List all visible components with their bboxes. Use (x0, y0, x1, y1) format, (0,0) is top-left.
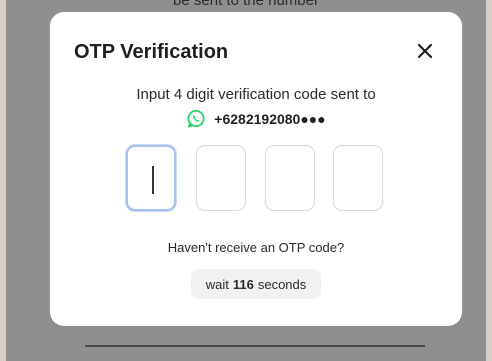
phone-row: +6282192080●●● (50, 109, 462, 129)
screen-frame-left (0, 0, 6, 361)
wait-suffix: seconds (257, 276, 307, 292)
otp-digit-input-1[interactable] (126, 145, 176, 211)
resend-question: Haven't receive an OTP code? (167, 240, 345, 255)
wait-prefix: wait (205, 276, 229, 292)
otp-digit-input-3[interactable] (265, 145, 315, 211)
background-text: be sent to the number (173, 0, 319, 9)
instruction-text: Input 4 digit verification code sent to (136, 86, 376, 103)
resend-countdown: wait 116 seconds (191, 269, 321, 299)
text-cursor (152, 166, 154, 194)
close-button[interactable] (412, 38, 438, 64)
countdown-seconds: 116 (232, 276, 254, 292)
close-icon (417, 43, 433, 59)
otp-digit-input-4[interactable] (333, 145, 383, 211)
screen-frame-right (486, 0, 492, 361)
otp-digit-input-2[interactable] (196, 145, 246, 211)
background-divider (85, 345, 425, 347)
otp-verification-dialog: OTP Verification Input 4 digit verificat… (50, 12, 462, 326)
whatsapp-icon (186, 109, 206, 129)
masked-phone-number: +6282192080●●● (214, 111, 326, 127)
dialog-title: OTP Verification (74, 41, 229, 63)
otp-input-group (126, 145, 386, 213)
